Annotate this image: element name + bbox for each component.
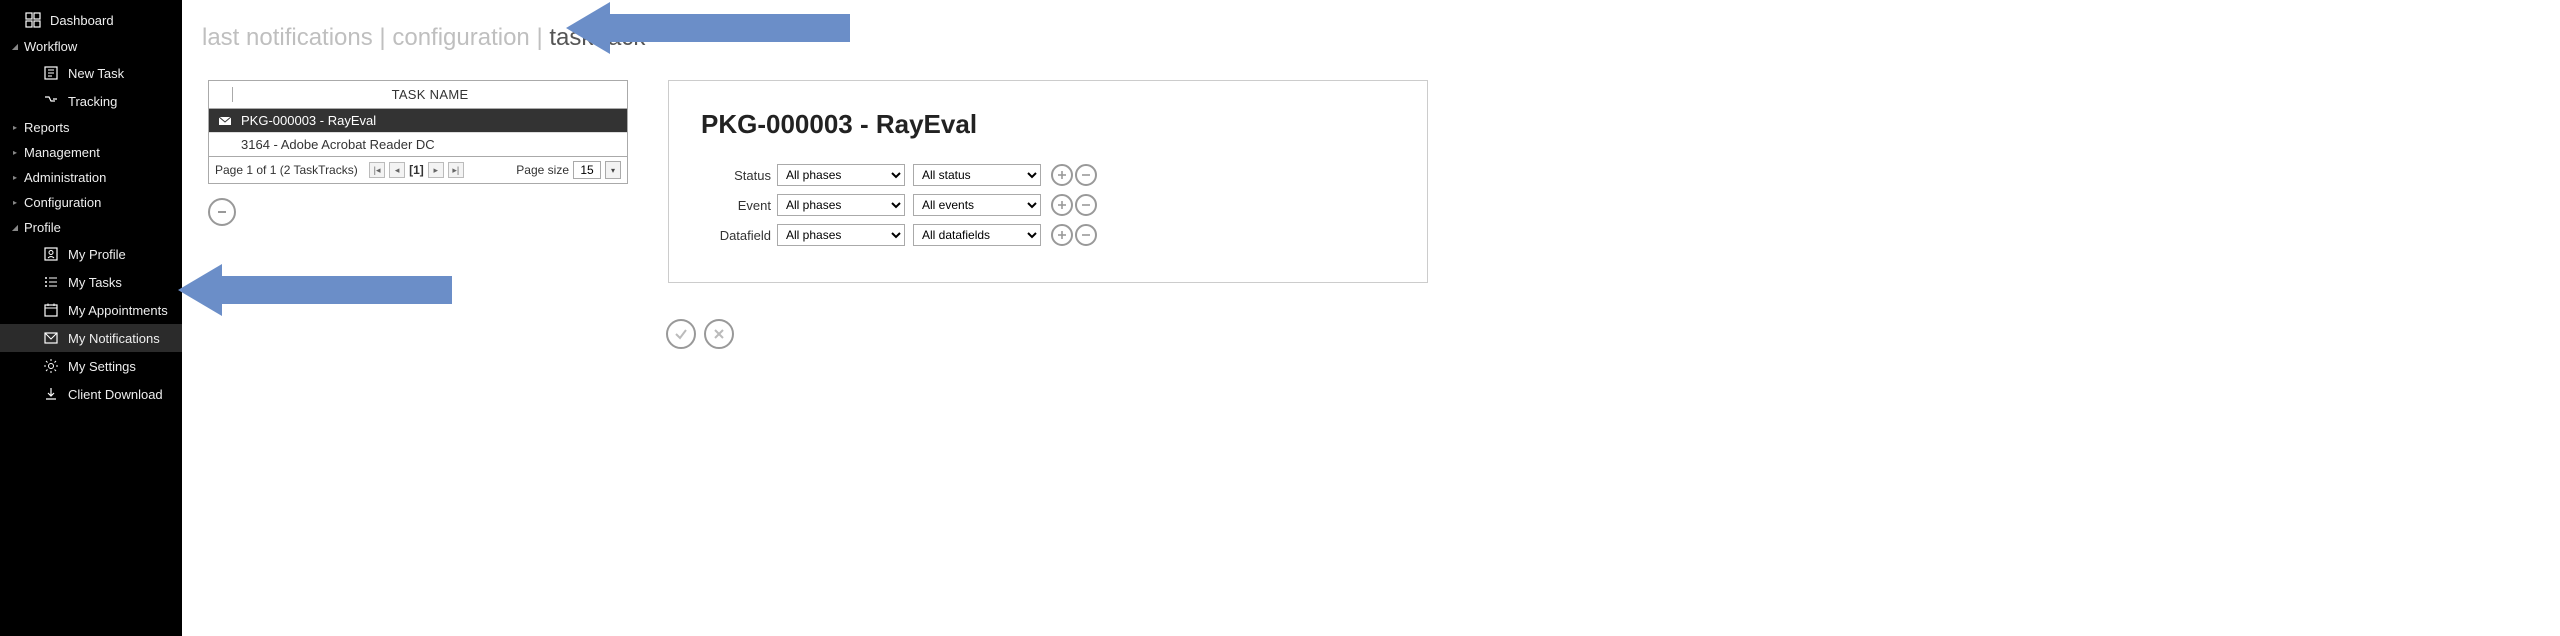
remove-status-button[interactable] [1075, 164, 1097, 186]
page-size-dropdown[interactable]: ▾ [605, 161, 621, 179]
filter-row-event: Event All phases All events [701, 194, 1395, 216]
table-header-row: TASK NAME [209, 81, 627, 109]
add-status-button[interactable] [1051, 164, 1073, 186]
detail-title: PKG-000003 - RayEval [701, 109, 1395, 140]
sidebar-label: Configuration [24, 195, 101, 210]
sidebar-label: Client Download [68, 387, 163, 402]
caret-icon: ◢ [10, 42, 20, 51]
table-cell: 3164 - Adobe Acrobat Reader DC [241, 137, 435, 152]
sidebar-item-new-task[interactable]: New Task [0, 59, 182, 87]
sidebar-item-dashboard[interactable]: Dashboard [0, 6, 182, 34]
breadcrumb-sep: | [530, 24, 550, 51]
tasks-icon [42, 273, 60, 291]
sidebar-label: Workflow [24, 39, 77, 54]
sidebar-item-client-download[interactable]: Client Download [0, 380, 182, 408]
event-value-select[interactable]: All events [913, 194, 1041, 216]
task-table-panel: TASK NAME PKG-000003 - RayEval 3164 - Ad… [208, 80, 628, 349]
dashboard-icon [24, 11, 42, 29]
sidebar-label: New Task [68, 66, 124, 81]
sidebar-label: My Profile [68, 247, 126, 262]
pager-next-button[interactable]: ▸ [428, 162, 444, 178]
add-datafield-button[interactable] [1051, 224, 1073, 246]
sidebar-label: Dashboard [50, 13, 114, 28]
sidebar: Dashboard ◢ Workflow New Task Tracking ▸… [0, 0, 182, 636]
newtask-icon [42, 64, 60, 82]
download-icon [42, 385, 60, 403]
cancel-button[interactable] [704, 319, 734, 349]
sidebar-item-my-notifications[interactable]: My Notifications [0, 324, 182, 352]
pager-last-button[interactable]: ▸| [448, 162, 464, 178]
sidebar-item-my-tasks[interactable]: My Tasks [0, 268, 182, 296]
pager-current: [1] [409, 163, 424, 177]
filter-label: Event [701, 198, 771, 213]
tracking-icon [42, 92, 60, 110]
confirm-button[interactable] [666, 319, 696, 349]
sidebar-label: Management [24, 145, 100, 160]
table-row[interactable]: PKG-000003 - RayEval [209, 109, 627, 132]
sidebar-item-my-settings[interactable]: My Settings [0, 352, 182, 380]
sidebar-item-profile[interactable]: ◢ Profile [0, 215, 182, 240]
remove-event-button[interactable] [1075, 194, 1097, 216]
datafield-phase-select[interactable]: All phases [777, 224, 905, 246]
caret-icon: ◢ [10, 223, 20, 232]
sidebar-label: Tracking [68, 94, 117, 109]
status-value-select[interactable]: All status [913, 164, 1041, 186]
breadcrumb-active: tasktrack [549, 24, 645, 51]
caret-icon: ▸ [10, 123, 20, 132]
breadcrumb-sep: | [373, 24, 393, 51]
profile-icon [42, 245, 60, 263]
caret-icon: ▸ [10, 198, 20, 207]
caret-icon: ▸ [10, 148, 20, 157]
remove-datafield-button[interactable] [1075, 224, 1097, 246]
status-phase-select[interactable]: All phases [777, 164, 905, 186]
notifications-icon [42, 329, 60, 347]
spacer [10, 16, 20, 25]
sidebar-label: My Settings [68, 359, 136, 374]
sidebar-item-my-appointments[interactable]: My Appointments [0, 296, 182, 324]
page-size-label: Page size [516, 163, 569, 177]
table-row[interactable]: 3164 - Adobe Acrobat Reader DC [209, 132, 627, 156]
sidebar-item-tracking[interactable]: Tracking [0, 87, 182, 115]
filter-label: Datafield [701, 228, 771, 243]
filter-row-status: Status All phases All status [701, 164, 1395, 186]
sidebar-item-administration[interactable]: ▸ Administration [0, 165, 182, 190]
sidebar-label: Profile [24, 220, 61, 235]
sidebar-item-my-profile[interactable]: My Profile [0, 240, 182, 268]
sidebar-item-configuration[interactable]: ▸ Configuration [0, 190, 182, 215]
table-header-corner [209, 87, 233, 102]
sidebar-item-management[interactable]: ▸ Management [0, 140, 182, 165]
main-content: last notifications | configuration | tas… [182, 0, 2560, 636]
pager-first-button[interactable]: |◂ [369, 162, 385, 178]
mail-icon [217, 116, 233, 126]
pager: Page 1 of 1 (2 TaskTracks) |◂ ◂ [1] ▸ ▸|… [209, 156, 627, 183]
breadcrumb-part[interactable]: configuration [392, 24, 529, 51]
detail-panel: PKG-000003 - RayEval Status All phases A… [668, 80, 1428, 283]
breadcrumb: last notifications | configuration | tas… [202, 24, 2536, 52]
event-phase-select[interactable]: All phases [777, 194, 905, 216]
pager-info: Page 1 of 1 (2 TaskTracks) [215, 163, 358, 177]
sidebar-label: Administration [24, 170, 106, 185]
appointments-icon [42, 301, 60, 319]
table-cell: PKG-000003 - RayEval [241, 113, 376, 128]
add-event-button[interactable] [1051, 194, 1073, 216]
breadcrumb-part[interactable]: last notifications [202, 24, 373, 51]
sidebar-label: Reports [24, 120, 70, 135]
sidebar-item-workflow[interactable]: ◢ Workflow [0, 34, 182, 59]
sidebar-label: My Tasks [68, 275, 122, 290]
sidebar-label: My Appointments [68, 303, 168, 318]
sidebar-label: My Notifications [68, 331, 160, 346]
settings-icon [42, 357, 60, 375]
datafield-value-select[interactable]: All datafields [913, 224, 1041, 246]
action-row [666, 319, 1428, 349]
filter-label: Status [701, 168, 771, 183]
filter-row-datafield: Datafield All phases All datafields [701, 224, 1395, 246]
sidebar-item-reports[interactable]: ▸ Reports [0, 115, 182, 140]
page-size-input[interactable] [573, 161, 601, 179]
pager-prev-button[interactable]: ◂ [389, 162, 405, 178]
remove-button[interactable] [208, 198, 236, 226]
caret-icon: ▸ [10, 173, 20, 182]
task-table: TASK NAME PKG-000003 - RayEval 3164 - Ad… [208, 80, 628, 184]
table-header-taskname[interactable]: TASK NAME [233, 87, 627, 102]
